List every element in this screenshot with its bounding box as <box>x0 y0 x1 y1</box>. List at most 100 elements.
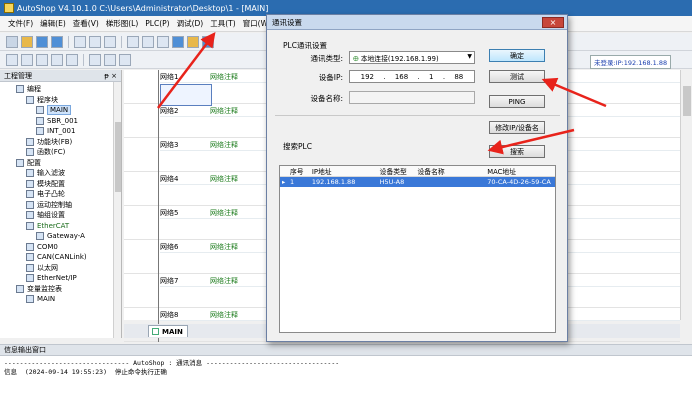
ping-button[interactable]: PING <box>489 95 545 108</box>
redo-icon[interactable] <box>142 35 154 48</box>
tree-item[interactable]: 输入滤波 <box>0 168 121 179</box>
tree-item[interactable]: 编程 <box>0 84 121 95</box>
copy-icon[interactable] <box>89 35 101 48</box>
ok-button[interactable]: 确定 <box>489 49 545 62</box>
network-comment[interactable]: 网络注释 <box>210 276 238 286</box>
open-folder-icon[interactable] <box>21 35 33 48</box>
tree-node-icon <box>26 211 34 220</box>
network-comment[interactable]: 网络注释 <box>210 242 238 252</box>
network-comment[interactable]: 网络注释 <box>210 174 238 184</box>
col-ip[interactable]: IP地址 <box>310 166 378 176</box>
save-icon[interactable] <box>36 35 48 48</box>
menu-edit[interactable]: 编辑(E) <box>40 18 66 29</box>
tree-item[interactable]: 轴组设置 <box>0 210 121 221</box>
tree-item[interactable]: 程序块 <box>0 95 121 106</box>
tree-node-icon <box>26 253 34 262</box>
network-label: 网络5 <box>160 209 179 217</box>
tree-item[interactable]: MAIN <box>0 105 121 116</box>
tree-item[interactable]: 变量监控表 <box>0 284 121 295</box>
ip-octet-1[interactable]: 192 <box>361 73 374 81</box>
dialog-close-button[interactable]: × <box>542 17 564 28</box>
tree-node-icon <box>26 274 34 283</box>
contact-nc-icon[interactable] <box>21 53 33 66</box>
tree-item[interactable]: CAN(CANLink) <box>0 252 121 263</box>
vertical-line-icon[interactable] <box>66 53 78 66</box>
tree-item-label: MAIN <box>47 105 72 116</box>
tab-main[interactable]: MAIN <box>148 325 188 337</box>
network-comment[interactable]: 网络注释 <box>210 140 238 150</box>
ladder-file-icon <box>152 328 159 335</box>
output-window-title: 信息输出窗口 <box>4 346 46 354</box>
download-icon[interactable] <box>187 35 199 48</box>
tree-node-icon <box>36 127 44 136</box>
col-type[interactable]: 设备类型 <box>378 166 416 176</box>
find-icon[interactable] <box>172 35 184 48</box>
rising-edge-icon[interactable] <box>89 53 101 66</box>
ip-octet-3[interactable]: 1 <box>429 73 433 81</box>
col-no[interactable]: 序号 <box>288 166 310 176</box>
tree-item-label: Gateway-A <box>47 232 85 241</box>
tree-item[interactable]: 以太网 <box>0 263 121 274</box>
tree-node-icon <box>16 158 24 167</box>
contact-no-icon[interactable] <box>6 53 18 66</box>
instruction-icon[interactable] <box>119 53 131 66</box>
tree-item[interactable]: EtherCAT <box>0 221 121 232</box>
project-tree-scrollbar[interactable] <box>113 82 121 338</box>
tree-item[interactable]: EtherNet/IP <box>0 273 121 284</box>
tree-item[interactable]: Gateway-A <box>0 231 121 242</box>
tree-node-icon <box>36 106 44 115</box>
tree-item[interactable]: 功能块(FB) <box>0 137 121 148</box>
menu-view[interactable]: 查看(V) <box>73 18 99 29</box>
undo-icon[interactable] <box>127 35 139 48</box>
tree-node-icon <box>36 116 44 125</box>
horizontal-line-icon[interactable] <box>51 53 63 66</box>
tree-item[interactable]: INT_001 <box>0 126 121 137</box>
tree-item[interactable]: 模块配置 <box>0 179 121 190</box>
paste-icon[interactable] <box>104 35 116 48</box>
dialog-title: 通讯设置 <box>272 17 302 27</box>
test-button[interactable]: 测试 <box>489 70 545 83</box>
network-comment[interactable]: 网络注释 <box>210 106 238 116</box>
save-all-icon[interactable] <box>51 35 63 48</box>
coil-icon[interactable] <box>36 53 48 66</box>
network-comment[interactable]: 网络注释 <box>210 208 238 218</box>
col-mac[interactable]: MAC地址 <box>485 166 555 176</box>
tree-item[interactable]: 运动控制轴 <box>0 200 121 211</box>
modify-ip-button[interactable]: 修改IP/设备名 <box>489 121 545 134</box>
tree-item-label: 运动控制轴 <box>37 200 72 209</box>
tree-item[interactable]: SBR_001 <box>0 116 121 127</box>
search-button[interactable]: 搜索 <box>489 145 545 158</box>
ladder-vertical-scrollbar[interactable] <box>680 70 692 320</box>
device-name-input[interactable] <box>349 91 475 104</box>
tree-item[interactable]: 函数(FC) <box>0 147 121 158</box>
device-ip-input[interactable]: 192. 168. 1. 88 <box>349 70 475 83</box>
tree-item[interactable]: 电子凸轮 <box>0 189 121 200</box>
falling-edge-icon[interactable] <box>104 53 116 66</box>
tree-node-icon <box>26 221 34 230</box>
new-file-icon[interactable] <box>6 35 18 48</box>
network-comment[interactable]: 网络注释 <box>210 72 238 82</box>
conn-type-value: 本地连接(192.168.1.99) <box>360 54 439 63</box>
tree-node-icon <box>26 263 34 272</box>
tree-item-label: SBR_001 <box>47 116 78 125</box>
tree-item[interactable]: COM0 <box>0 242 121 253</box>
menu-file[interactable]: 文件(F) <box>8 18 33 29</box>
menu-debug[interactable]: 调试(D) <box>177 18 204 29</box>
menu-tools[interactable]: 工具(T) <box>210 18 235 29</box>
panel-pin-icon[interactable]: ᵽ × <box>104 72 117 80</box>
col-name[interactable]: 设备名称 <box>416 166 486 176</box>
delete-icon[interactable] <box>157 35 169 48</box>
network-label: 网络7 <box>160 277 179 285</box>
tree-item[interactable]: MAIN <box>0 294 121 305</box>
network-label: 网络6 <box>160 243 179 251</box>
comm-settings-icon[interactable] <box>202 35 214 48</box>
network-comment[interactable]: 网络注释 <box>210 310 238 320</box>
tree-item[interactable]: 配置 <box>0 158 121 169</box>
cut-icon[interactable] <box>74 35 86 48</box>
table-row[interactable]: ▸ 1 192.168.1.88 H5U-A8 70-CA-4D-26-59-C… <box>280 177 555 187</box>
conn-type-select[interactable]: 🜨 本地连接(192.168.1.99) ▼ <box>349 51 475 64</box>
ip-octet-2[interactable]: 168 <box>395 73 408 81</box>
menu-ladder[interactable]: 梯形图(L) <box>106 18 139 29</box>
ip-octet-4[interactable]: 88 <box>454 73 463 81</box>
menu-plc[interactable]: PLC(P) <box>145 19 169 28</box>
